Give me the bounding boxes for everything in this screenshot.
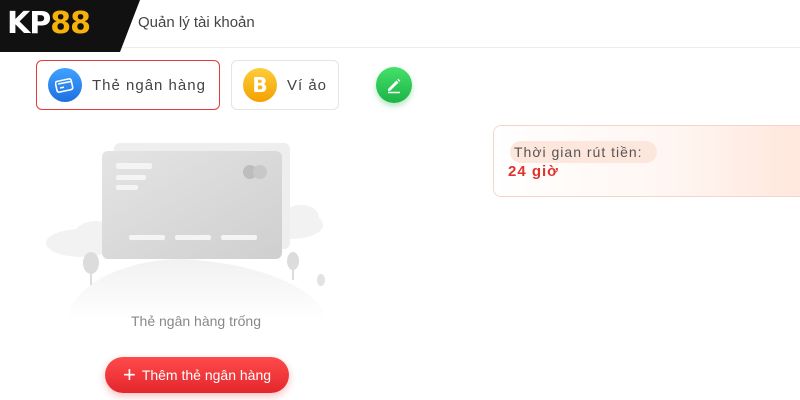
top-header: KP88 Quản lý tài khoản	[0, 0, 800, 52]
pencil-icon	[388, 78, 401, 94]
bitcoin-icon: B	[243, 68, 277, 102]
edit-button[interactable]	[376, 67, 412, 103]
tab-bank-card[interactable]: Thẻ ngân hàng	[36, 60, 220, 110]
logo-wordmark: KP88	[7, 6, 91, 41]
tab-bank-card-label: Thẻ ngân hàng	[92, 76, 206, 94]
add-bank-card-button[interactable]: + Thêm thẻ ngân hàng	[105, 357, 289, 393]
page-title: Quản lý tài khoản	[138, 14, 255, 31]
withdraw-time-value: 24 giờ	[508, 163, 559, 180]
add-bank-card-label: Thêm thẻ ngân hàng	[141, 367, 272, 383]
bank-card-icon	[48, 68, 82, 102]
plus-icon: +	[122, 362, 136, 387]
withdraw-time-label: Thời gian rút tiền:	[510, 141, 657, 163]
empty-state-text: Thẻ ngân hàng trống	[131, 313, 261, 329]
kp88-logo[interactable]: KP88	[0, 0, 140, 52]
empty-bank-card-illustration	[46, 143, 328, 320]
tab-virtual-wallet-label: Ví ảo	[287, 76, 328, 94]
tab-virtual-wallet[interactable]: B Ví ảo	[231, 60, 339, 110]
withdraw-time-panel: Thời gian rút tiền: 24 giờ	[493, 125, 800, 197]
